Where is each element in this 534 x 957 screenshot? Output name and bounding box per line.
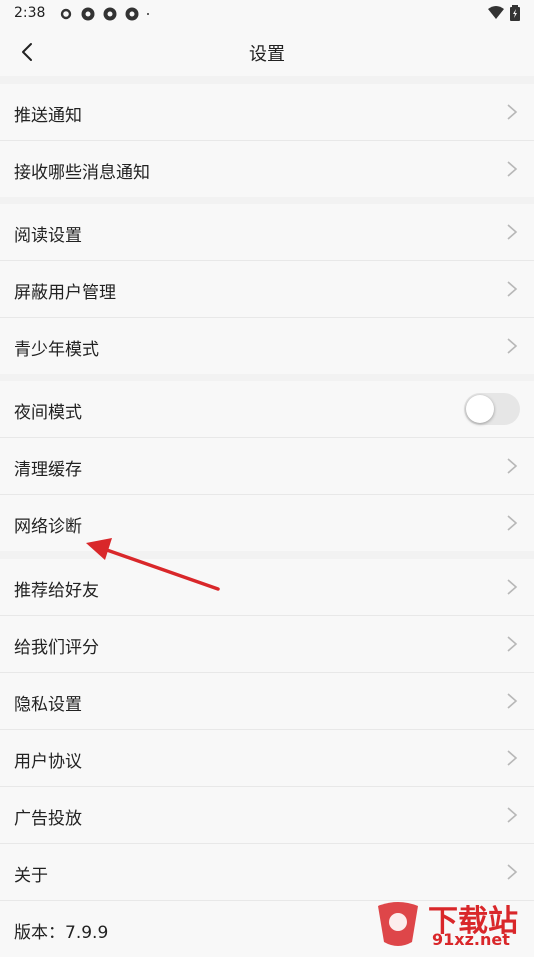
annotation-arrow	[86, 538, 220, 591]
logo-mark-icon	[378, 902, 418, 946]
watermark-logo: 下载站 91xz.net	[372, 898, 532, 950]
watermark-url: 91xz.net	[432, 930, 510, 949]
